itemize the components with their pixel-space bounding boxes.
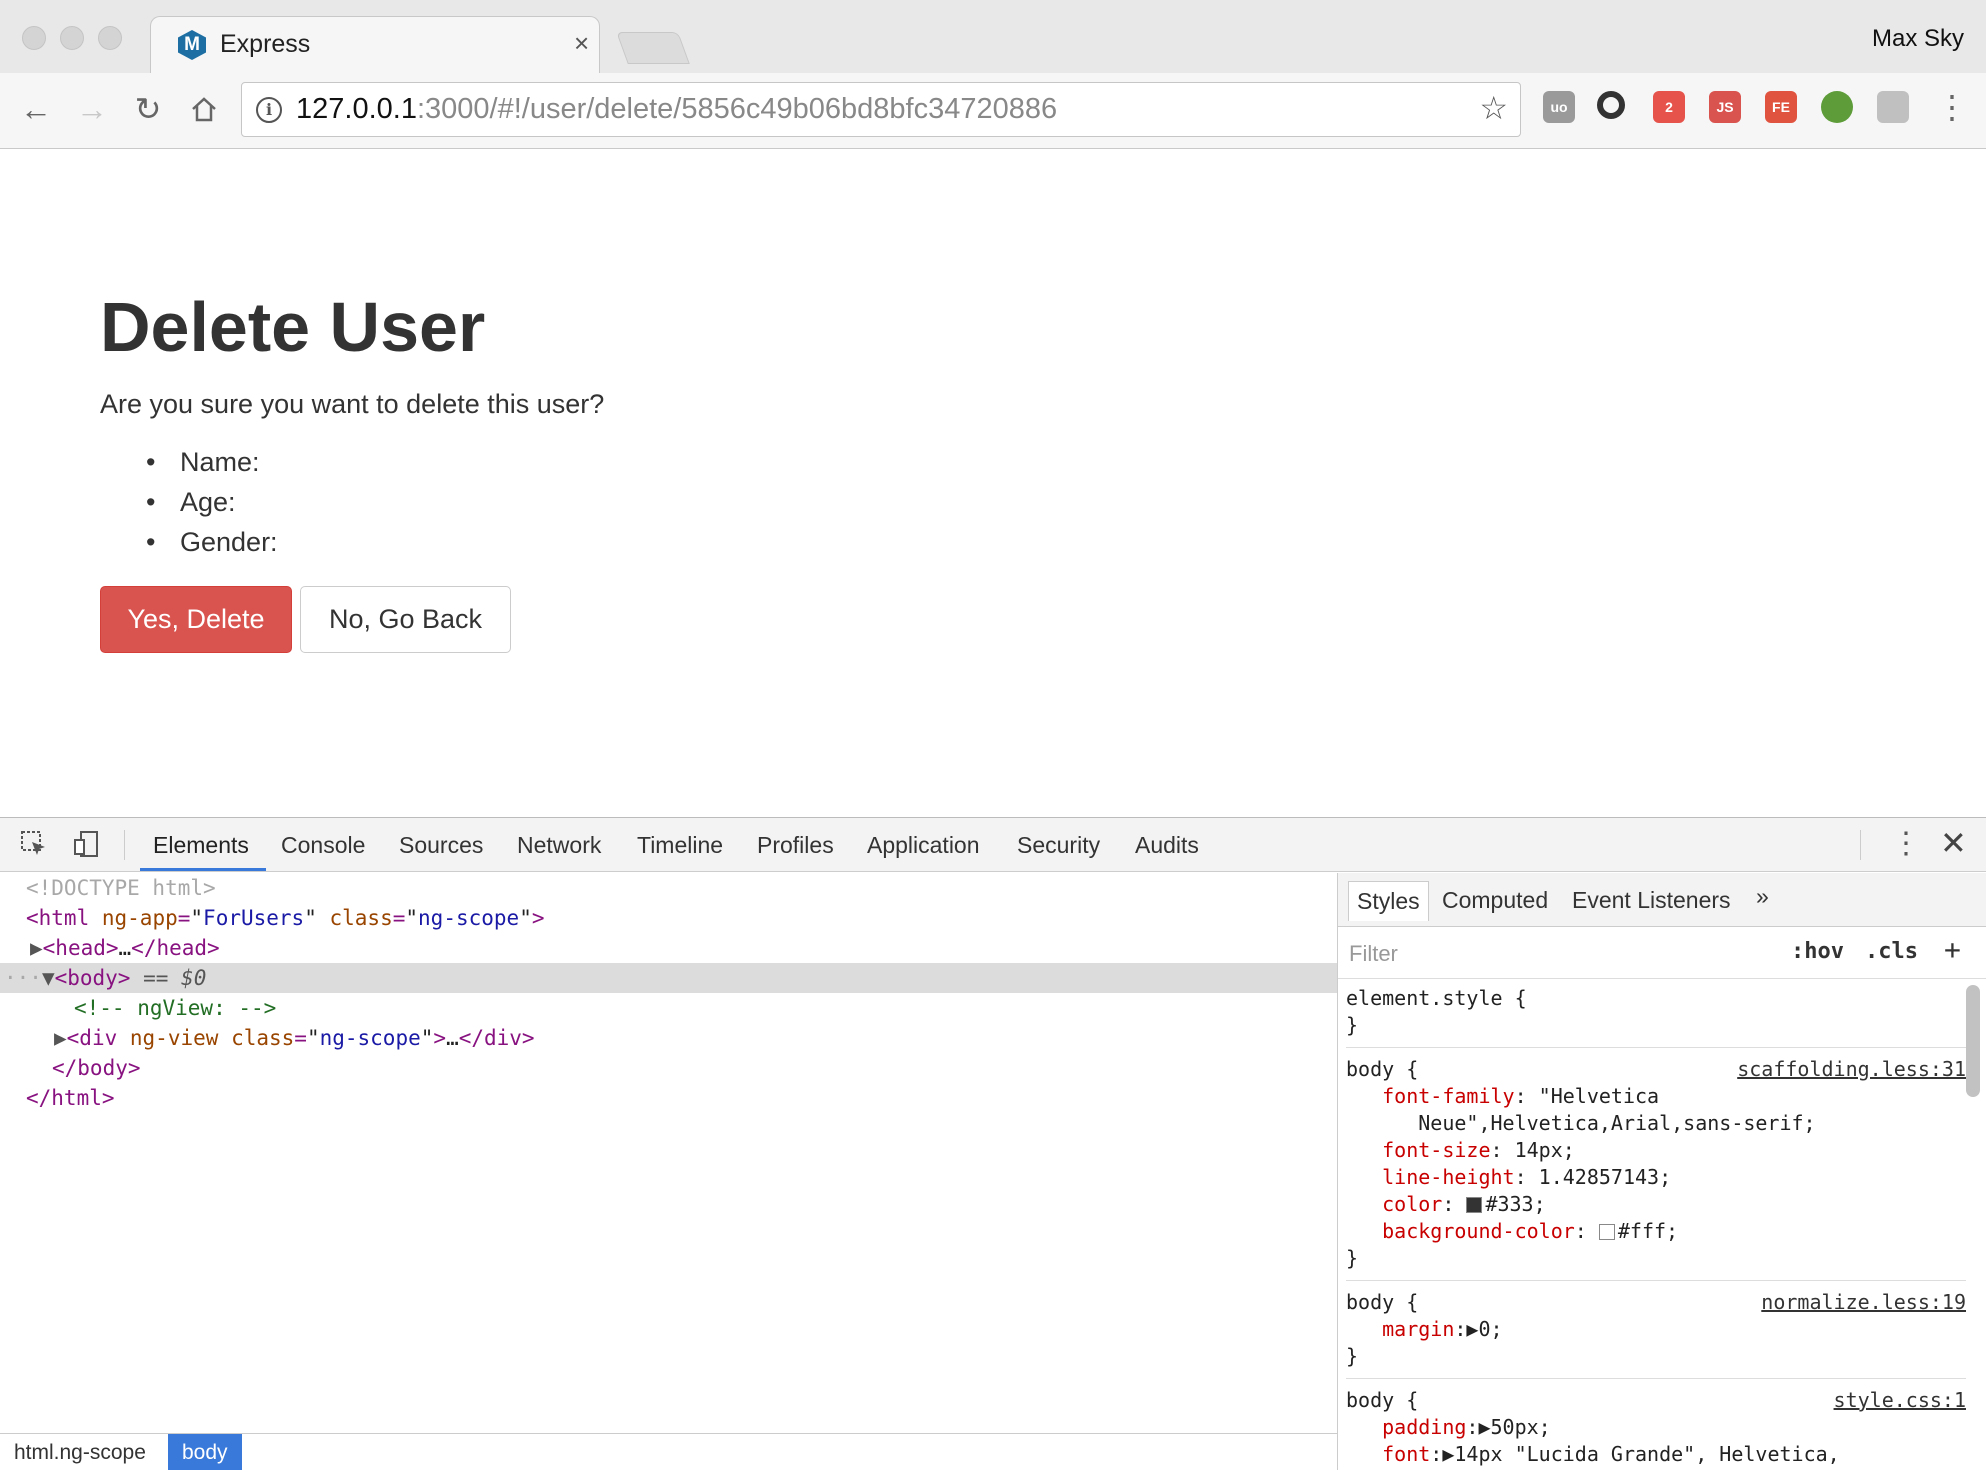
tab-profiles[interactable]: Profiles	[757, 832, 834, 859]
rule-body-scaffolding[interactable]: body {scaffolding.less:31 font-family: "…	[1346, 1048, 1966, 1281]
browser-window: { "browser": { "tab_title": "Express", "…	[0, 0, 1986, 1470]
user-details-list: Name: Age: Gender:	[146, 447, 278, 567]
tab-console[interactable]: Console	[281, 832, 365, 859]
profile-name[interactable]: Max Sky	[1872, 25, 1964, 53]
chat-extension-icon[interactable]: 2	[1653, 91, 1685, 123]
tab-elements[interactable]: Elements	[153, 832, 249, 859]
circle-extension-icon[interactable]	[1597, 91, 1625, 119]
ublock-icon[interactable]: uo	[1543, 91, 1575, 123]
window-controls	[22, 26, 122, 50]
device-toolbar-icon[interactable]	[70, 830, 102, 860]
tab-styles[interactable]: Styles	[1348, 881, 1429, 921]
new-tab-button[interactable]	[616, 32, 690, 64]
dom-node-body[interactable]: ···▼<body> == $0	[0, 963, 1337, 993]
tab-strip: M Express × Max Sky	[0, 0, 1986, 74]
list-item-age: Age:	[146, 487, 278, 527]
list-item-name: Name:	[146, 447, 278, 487]
rule-element-style[interactable]: element.style { }	[1346, 985, 1966, 1048]
devtools-tab-bar: Elements Console Sources Network Timelin…	[0, 818, 1986, 872]
styles-tab-bar: Styles Computed Event Listeners »	[1338, 873, 1986, 927]
home-icon[interactable]	[184, 89, 224, 129]
css-rules: element.style { } body {scaffolding.less…	[1346, 985, 1966, 1470]
devtools-menu-icon[interactable]: ⋮	[1891, 826, 1921, 861]
page-content: Delete User Are you sure you want to del…	[0, 149, 1986, 817]
dom-tree: <!DOCTYPE html> <html ng-app="ForUsers" …	[0, 873, 1337, 1433]
inspect-element-icon[interactable]	[18, 830, 50, 860]
dom-node-comment[interactable]: <!-- ngView: -->	[0, 993, 1337, 1023]
browser-tab-express[interactable]	[150, 16, 600, 74]
class-toggle[interactable]: .cls	[1865, 939, 1918, 964]
dom-node-body-close[interactable]: </body>	[0, 1053, 1337, 1083]
close-window-button[interactable]	[22, 26, 46, 50]
bookmark-star-icon[interactable]: ☆	[1479, 89, 1508, 127]
dom-node-head[interactable]: ▶<head>…</head>	[0, 933, 1337, 963]
devtools-separator	[124, 830, 125, 860]
reload-icon[interactable]: ↻	[128, 89, 168, 129]
tab-sources[interactable]: Sources	[399, 832, 483, 859]
active-tab-indicator	[140, 868, 266, 871]
styles-filter-bar: Filter :hov .cls +	[1338, 927, 1986, 979]
browser-toolbar: ← → ↻ i 127.0.0.1:3000/#!/user/delete/58…	[0, 73, 1986, 149]
fe-extension-icon[interactable]: FE	[1765, 91, 1797, 123]
page-title: Delete User	[100, 288, 486, 366]
breadcrumb-html[interactable]: html.ng-scope	[0, 1434, 160, 1470]
rule-body-style-css[interactable]: body {style.css:1 padding:▶50px; font:▶1…	[1346, 1379, 1966, 1470]
tab-network[interactable]: Network	[517, 832, 601, 859]
filter-input[interactable]: Filter	[1349, 941, 1398, 967]
rule-body-normalize[interactable]: body {normalize.less:19 margin:▶0; }	[1346, 1281, 1966, 1379]
new-rule-plus-icon[interactable]: +	[1944, 933, 1961, 966]
breadcrumb: html.ng-scope body	[0, 1433, 1337, 1470]
maximize-window-button[interactable]	[98, 26, 122, 50]
breadcrumb-body[interactable]: body	[168, 1434, 242, 1470]
tab-audits[interactable]: Audits	[1135, 832, 1199, 859]
tab-event-listeners[interactable]: Event Listeners	[1572, 887, 1731, 914]
url-text[interactable]: 127.0.0.1:3000/#!/user/delete/5856c49b06…	[296, 93, 1057, 126]
tab-application[interactable]: Application	[867, 832, 980, 859]
tab-close-icon[interactable]: ×	[574, 28, 589, 59]
hover-state-toggle[interactable]: :hov	[1791, 939, 1844, 964]
no-go-back-button[interactable]: No, Go Back	[300, 586, 511, 653]
styles-scrollbar[interactable]	[1966, 985, 1980, 1097]
confirm-question: Are you sure you want to delete this use…	[100, 389, 605, 419]
devtools-panel: Elements Console Sources Network Timelin…	[0, 817, 1986, 1470]
dom-node-html[interactable]: <html ng-app="ForUsers" class="ng-scope"…	[0, 903, 1337, 933]
tab-timeline[interactable]: Timeline	[637, 832, 723, 859]
globe-extension-icon[interactable]	[1821, 91, 1853, 123]
devtools-separator-right	[1860, 830, 1861, 860]
tab-computed[interactable]: Computed	[1442, 887, 1548, 914]
dom-node-ngview-div[interactable]: ▶<div ng-view class="ng-scope">…</div>	[0, 1023, 1337, 1053]
more-tabs-chevron-icon[interactable]: »	[1756, 883, 1769, 910]
list-item-gender: Gender:	[146, 527, 278, 567]
browser-menu-icon[interactable]: ⋮	[1936, 87, 1968, 127]
forward-arrow-icon[interactable]: →	[72, 89, 112, 129]
styles-pane: Styles Computed Event Listeners » Filter…	[1337, 873, 1986, 1470]
back-arrow-icon[interactable]: ←	[16, 89, 56, 129]
android-extension-icon[interactable]	[1877, 91, 1909, 123]
address-bar[interactable]: i 127.0.0.1:3000/#!/user/delete/5856c49b…	[241, 82, 1521, 137]
dom-node-html-close[interactable]: </html>	[0, 1083, 1337, 1113]
dom-node-doctype[interactable]: <!DOCTYPE html>	[0, 873, 1337, 903]
js-extension-icon[interactable]: JS	[1709, 91, 1741, 123]
minimize-window-button[interactable]	[60, 26, 84, 50]
yes-delete-button[interactable]: Yes, Delete	[100, 586, 292, 653]
devtools-close-icon[interactable]: ✕	[1940, 824, 1967, 862]
tab-security[interactable]: Security	[1017, 832, 1100, 859]
site-info-icon[interactable]: i	[256, 97, 282, 123]
tab-title: Express	[220, 30, 311, 58]
